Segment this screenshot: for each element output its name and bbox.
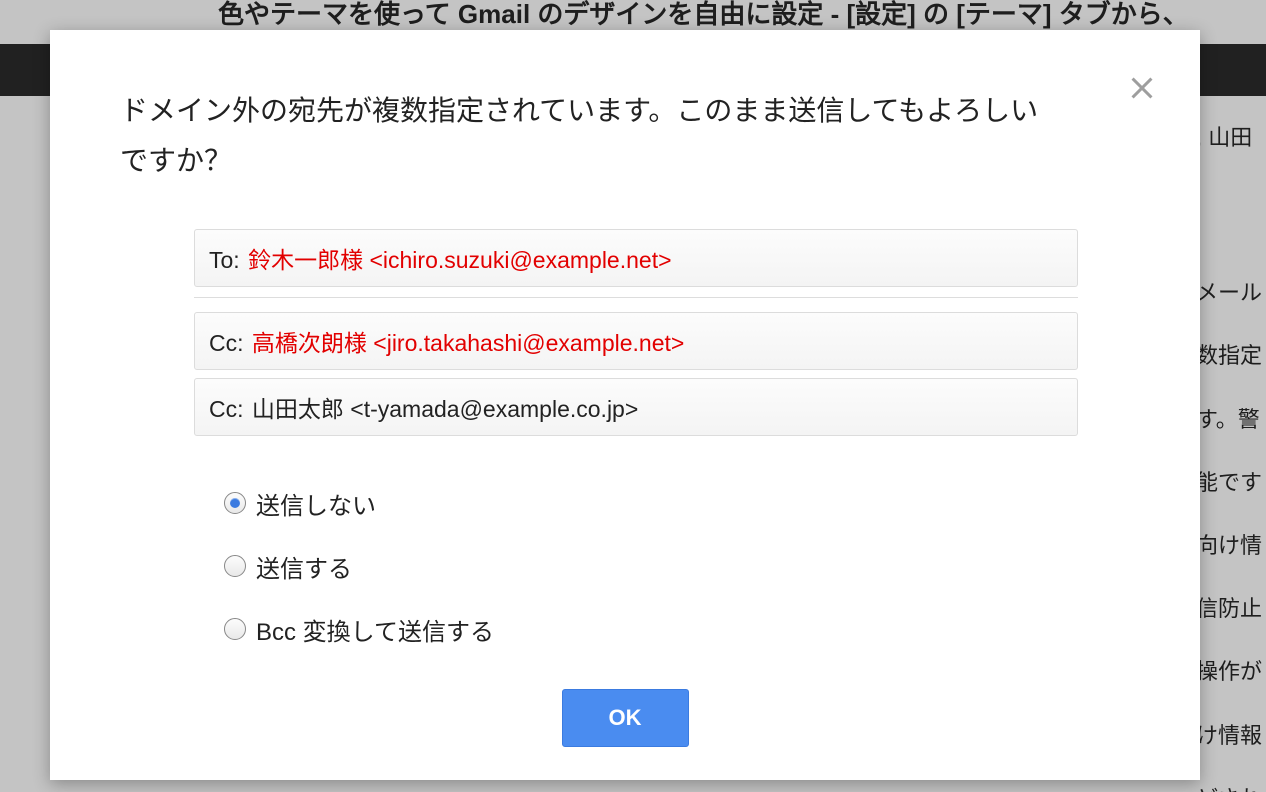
recipient-cc-external: Cc: 高橋次朗様 <jiro.takahashi@example.net> <box>194 312 1078 370</box>
recipient-field-label: Cc: <box>209 396 244 422</box>
option-send-as-bcc[interactable]: Bcc 変換して送信する <box>224 612 1130 647</box>
close-icon <box>1124 93 1160 110</box>
option-send[interactable]: 送信する <box>224 549 1130 584</box>
radio-icon <box>224 618 246 640</box>
option-label: 送信する <box>256 549 352 584</box>
dialog-title: ドメイン外の宛先が複数指定されています。このまま送信してもよろしいですか？ <box>120 86 1040 187</box>
recipient-field-label: To: <box>209 247 240 273</box>
dialog-actions: OK <box>120 689 1130 747</box>
recipient-separator <box>194 297 1078 298</box>
close-button[interactable] <box>1124 70 1160 106</box>
send-options-group: 送信しない 送信する Bcc 変換して送信する <box>224 486 1130 647</box>
recipient-value: 山田太郎 <t-yamada@example.co.jp> <box>252 396 638 422</box>
recipient-value: 鈴木一郎様 <ichiro.suzuki@example.net> <box>248 247 671 273</box>
recipient-list: To: 鈴木一郎様 <ichiro.suzuki@example.net> Cc… <box>194 229 1078 436</box>
external-recipient-warning-dialog: ドメイン外の宛先が複数指定されています。このまま送信してもよろしいですか？ To… <box>50 30 1200 780</box>
recipient-value: 高橋次朗様 <jiro.takahashi@example.net> <box>252 330 684 356</box>
recipient-to-external: To: 鈴木一郎様 <ichiro.suzuki@example.net> <box>194 229 1078 287</box>
option-label: Bcc 変換して送信する <box>256 612 494 647</box>
recipient-field-label: Cc: <box>209 330 244 356</box>
option-dont-send[interactable]: 送信しない <box>224 486 1130 521</box>
radio-icon <box>224 492 246 514</box>
recipient-cc-internal: Cc: 山田太郎 <t-yamada@example.co.jp> <box>194 378 1078 436</box>
radio-icon <box>224 555 246 577</box>
option-label: 送信しない <box>256 486 376 521</box>
ok-button[interactable]: OK <box>562 689 689 747</box>
